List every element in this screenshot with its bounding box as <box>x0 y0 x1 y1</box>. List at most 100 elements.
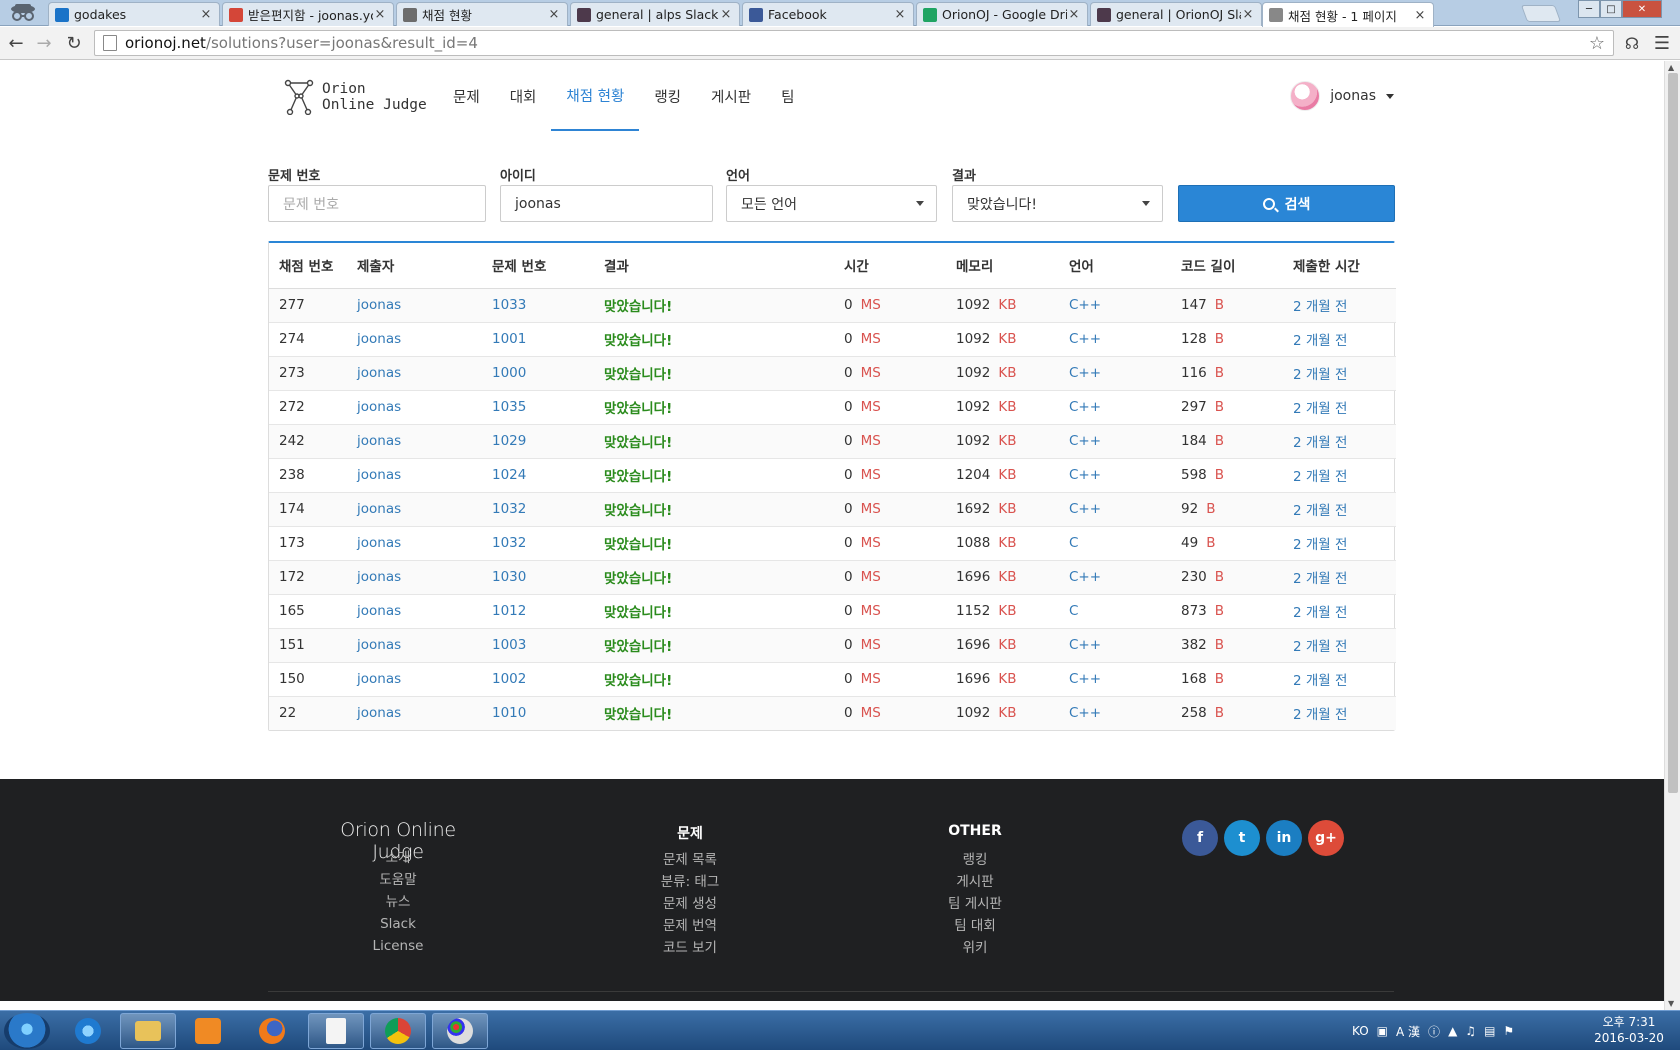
footer-link[interactable]: 팀 대회 <box>915 915 1035 937</box>
footer-link[interactable]: 코드 보기 <box>640 937 740 959</box>
explorer-taskbar-button[interactable] <box>120 1013 176 1049</box>
new-tab-button[interactable] <box>1520 5 1562 22</box>
footer-link[interactable]: 문제 생성 <box>640 893 740 915</box>
reload-button[interactable]: ↻ <box>62 31 86 55</box>
maximize-button[interactable]: □ <box>1600 0 1622 18</box>
language-link[interactable]: C++ <box>1069 297 1101 313</box>
tab-close-icon[interactable]: × <box>1413 8 1427 23</box>
submitter-link[interactable]: joonas <box>357 365 401 381</box>
scroll-down-icon[interactable]: ▼ <box>1668 999 1674 1008</box>
submitted-time-link[interactable]: 2 개월 전 <box>1293 401 1347 417</box>
linkedin-icon[interactable]: in <box>1266 820 1302 856</box>
bookmark-star-icon[interactable]: ☆ <box>1589 33 1605 54</box>
scroll-up-icon[interactable]: ▲ <box>1668 63 1674 72</box>
footer-link[interactable]: 소개 <box>330 847 466 869</box>
nav-menu-item[interactable]: 랭킹 <box>639 61 696 131</box>
nav-menu-item[interactable]: 채점 현황 <box>551 61 640 131</box>
address-bar[interactable]: orionoj.net/solutions?user=joonas&result… <box>94 30 1614 56</box>
footer-link[interactable]: 팀 게시판 <box>915 893 1035 915</box>
start-button[interactable] <box>4 1013 50 1049</box>
problem-link[interactable]: 1032 <box>492 535 526 551</box>
google-plus-icon[interactable]: g+ <box>1308 820 1344 856</box>
browser-tab[interactable]: general | alps Slack × <box>570 2 740 26</box>
ime-hanja-icon[interactable]: A 漢 <box>1396 1023 1420 1040</box>
submitter-link[interactable]: joonas <box>357 399 401 415</box>
submitter-link[interactable]: joonas <box>357 501 401 517</box>
tab-close-icon[interactable]: × <box>373 7 387 22</box>
problem-link[interactable]: 1003 <box>492 637 526 653</box>
tab-close-icon[interactable]: × <box>547 7 561 22</box>
submitter-link[interactable]: joonas <box>357 671 401 687</box>
language-link[interactable]: C++ <box>1069 637 1101 653</box>
language-link[interactable]: C++ <box>1069 501 1101 517</box>
tab-close-icon[interactable]: × <box>1241 7 1255 22</box>
problem-link[interactable]: 1035 <box>492 399 526 415</box>
tab-close-icon[interactable]: × <box>719 7 733 22</box>
ie-taskbar-button[interactable] <box>60 1013 116 1049</box>
browser-tab[interactable]: 채점 현황 - 1 페이지 × <box>1262 2 1434 27</box>
submitter-link[interactable]: joonas <box>357 637 401 653</box>
language-link[interactable]: C++ <box>1069 569 1101 585</box>
language-link[interactable]: C++ <box>1069 365 1101 381</box>
submitted-time-link[interactable]: 2 개월 전 <box>1293 605 1347 621</box>
window-close-button[interactable]: ✕ <box>1622 0 1662 18</box>
problem-link[interactable]: 1033 <box>492 297 526 313</box>
submitted-time-link[interactable]: 2 개월 전 <box>1293 333 1347 349</box>
browser-tab[interactable]: 채점 현황 × <box>396 2 568 26</box>
submitted-time-link[interactable]: 2 개월 전 <box>1293 707 1347 723</box>
footer-link[interactable]: 게시판 <box>915 871 1035 893</box>
language-link[interactable]: C++ <box>1069 399 1101 415</box>
media-taskbar-button[interactable] <box>180 1013 236 1049</box>
ime-mode-icon[interactable]: ▣ <box>1377 1024 1388 1038</box>
footer-link[interactable]: 뉴스 <box>330 891 466 913</box>
submitted-time-link[interactable]: 2 개월 전 <box>1293 537 1347 553</box>
submitted-time-link[interactable]: 2 개월 전 <box>1293 673 1347 689</box>
tab-close-icon[interactable]: × <box>1067 7 1081 22</box>
nav-menu-item[interactable]: 팀 <box>766 61 809 131</box>
facebook-icon[interactable]: f <box>1182 820 1218 856</box>
nav-menu-item[interactable]: 대회 <box>495 61 552 131</box>
help-icon[interactable]: ⓘ <box>1428 1023 1440 1040</box>
submitted-time-link[interactable]: 2 개월 전 <box>1293 435 1347 451</box>
footer-link[interactable]: 분류: 태그 <box>640 871 740 893</box>
tab-close-icon[interactable]: × <box>199 7 213 22</box>
submitted-time-link[interactable]: 2 개월 전 <box>1293 639 1347 655</box>
volume-icon[interactable]: ♫ <box>1465 1024 1476 1038</box>
nav-menu-item[interactable]: 문제 <box>438 61 495 131</box>
network-icon[interactable]: ▤ <box>1484 1024 1495 1038</box>
nav-menu-item[interactable]: 게시판 <box>696 61 766 131</box>
footer-link[interactable]: 도움말 <box>330 869 466 891</box>
submitter-link[interactable]: joonas <box>357 705 401 721</box>
problem-link[interactable]: 1012 <box>492 603 526 619</box>
problem-link[interactable]: 1029 <box>492 433 526 449</box>
forward-button[interactable]: → <box>32 31 56 55</box>
browser-tab[interactable]: general | OrionOJ Slack× <box>1090 2 1262 26</box>
submitted-time-link[interactable]: 2 개월 전 <box>1293 367 1347 383</box>
minimize-button[interactable]: ─ <box>1578 0 1600 18</box>
chrome-taskbar-button[interactable] <box>370 1013 426 1049</box>
page-scrollbar[interactable]: ▲ ▼ <box>1664 61 1680 1010</box>
ime-language-indicator[interactable]: KO <box>1352 1024 1369 1038</box>
language-link[interactable]: C <box>1069 535 1078 551</box>
tray-expand-icon[interactable]: ▲ <box>1448 1024 1457 1038</box>
scrollbar-thumb[interactable] <box>1668 73 1678 793</box>
language-link[interactable]: C++ <box>1069 433 1101 449</box>
language-link[interactable]: C++ <box>1069 671 1101 687</box>
search-button[interactable]: 검색 <box>1178 185 1395 222</box>
footer-link[interactable]: 문제 번역 <box>640 915 740 937</box>
submitter-link[interactable]: joonas <box>357 569 401 585</box>
problem-link[interactable]: 1010 <box>492 705 526 721</box>
language-link[interactable]: C++ <box>1069 705 1101 721</box>
footer-link[interactable]: License <box>330 935 466 957</box>
submitted-time-link[interactable]: 2 개월 전 <box>1293 299 1347 315</box>
submitted-time-link[interactable]: 2 개월 전 <box>1293 469 1347 485</box>
language-select[interactable]: 모든 언어 <box>726 185 937 222</box>
submitter-link[interactable]: joonas <box>357 331 401 347</box>
extension-headphones-icon[interactable]: ☊ <box>1620 31 1644 55</box>
footer-link[interactable]: 문제 목록 <box>640 849 740 871</box>
submitted-time-link[interactable]: 2 개월 전 <box>1293 571 1347 587</box>
back-button[interactable]: ← <box>4 31 28 55</box>
action-center-flag-icon[interactable]: ⚑ <box>1503 1024 1514 1038</box>
submitter-link[interactable]: joonas <box>357 467 401 483</box>
tab-close-icon[interactable]: × <box>893 7 907 22</box>
